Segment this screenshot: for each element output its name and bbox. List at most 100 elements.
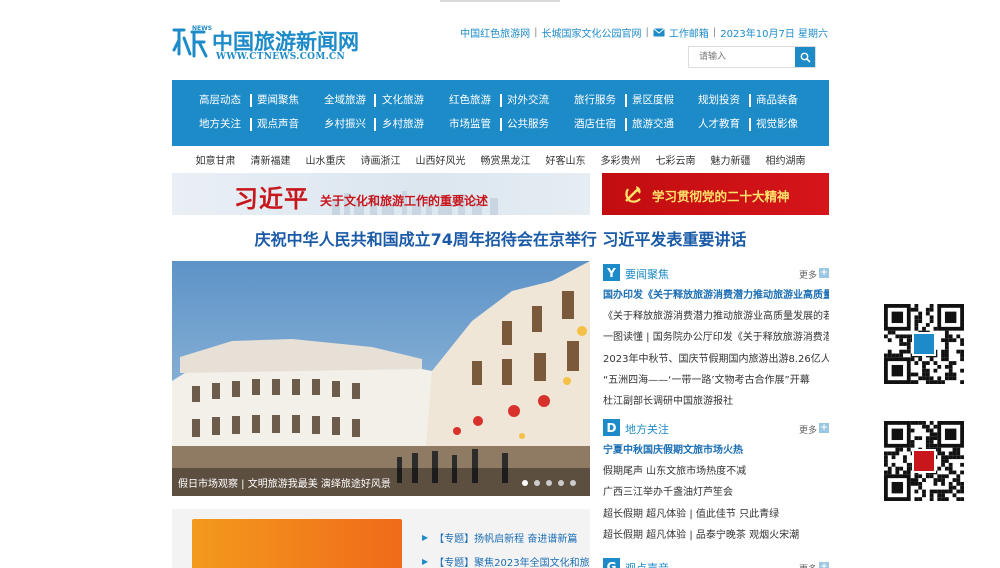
logo-url: WWW.CTNEWS.COM.CN xyxy=(216,52,346,62)
slide-dot[interactable] xyxy=(534,480,540,486)
region-nav-item[interactable]: 多彩贵州 xyxy=(601,152,641,167)
plus-icon[interactable]: + xyxy=(819,423,829,433)
nav-item[interactable]: 公共服务 xyxy=(507,116,549,131)
link-work-mail[interactable]: 工作邮箱 xyxy=(669,25,709,40)
region-nav-item[interactable]: 清新福建 xyxy=(251,152,291,167)
news-item[interactable]: 超长假期 超凡体验 | 值此佳节 只此青绿 xyxy=(603,504,829,525)
special-topic-item[interactable]: ▶ 【专题】聚焦2023年全国文化和旅游 xyxy=(422,549,590,568)
special-topic-label: 【专题】扬帆启新程 奋进谱新篇 xyxy=(434,533,578,545)
slide-dot[interactable] xyxy=(546,480,552,486)
link-red-tourism[interactable]: 中国红色旅游网 xyxy=(460,25,530,40)
region-nav-item[interactable]: 诗画浙江 xyxy=(361,152,401,167)
section-header: G 观点声音 更多+ xyxy=(603,558,829,568)
region-nav-item[interactable]: 山水重庆 xyxy=(306,152,346,167)
nav-item[interactable]: 高层动态 xyxy=(199,92,241,107)
nav-divider xyxy=(625,94,627,107)
nav-item[interactable]: 人才教育 xyxy=(698,116,740,131)
news-item[interactable]: 《关于释放旅游消费潜力推动旅游业高质量发展的若干措施》 xyxy=(603,306,829,327)
news-item[interactable]: 广西三江举办千盏油灯芦笙会 xyxy=(603,482,829,503)
nav-item[interactable]: 红色旅游 xyxy=(449,92,491,107)
party-emblem-icon xyxy=(625,186,641,203)
news-item[interactable]: 杜江副部长调研中国旅游报社 xyxy=(603,391,829,412)
region-nav-item[interactable]: 好客山东 xyxy=(546,152,586,167)
qr-code-icon xyxy=(884,304,964,384)
news-item[interactable]: 超长假期 超凡体验 | 品泰宁晚茶 观烟火宋潮 xyxy=(603,525,829,546)
logo-badge: NEWS xyxy=(192,25,213,32)
slide-dot[interactable] xyxy=(522,480,528,486)
nav-item[interactable]: 乡村振兴 xyxy=(324,116,366,131)
nav-item[interactable]: 商品装备 xyxy=(756,92,798,107)
nav-divider xyxy=(749,118,751,131)
nav-divider xyxy=(250,94,252,107)
nav-item[interactable]: 规划投资 xyxy=(698,92,740,107)
hero-caption[interactable]: 假日市场观察 | 文明旅游我最美 演绎旅途好风景 xyxy=(178,475,391,490)
triangle-icon: ▶ xyxy=(422,556,429,566)
news-item[interactable]: 国办印发《关于释放旅游消费潜力推动旅游业高质量发展的若干措施》 xyxy=(603,285,829,306)
section-icon: G xyxy=(603,558,620,568)
nav-item[interactable]: 旅游交通 xyxy=(632,116,674,131)
nav-item[interactable]: 要闻聚焦 xyxy=(257,92,299,107)
plus-icon[interactable]: + xyxy=(819,562,829,568)
news-item[interactable]: “五洲四海——‘一带一路’文物考古合作展”开幕 xyxy=(603,370,829,391)
separator: | xyxy=(712,27,717,38)
section-header: Y 要闻聚焦 更多 + xyxy=(603,264,829,282)
news-list: 宁夏中秋国庆假期文旅市场火热 假期尾声 山东文旅市场热度不减 广西三江举办千盏油灯芦… xyxy=(603,440,829,546)
region-nav-item[interactable]: 相约湖南 xyxy=(766,152,806,167)
banner-20th-congress[interactable]: 学习贯彻党的二十大精神 xyxy=(602,173,829,215)
plus-icon[interactable]: + xyxy=(819,268,829,278)
search-box xyxy=(688,46,816,68)
special-topic-item[interactable]: ▶ 【专题】扬帆启新程 奋进谱新篇 xyxy=(422,525,590,549)
news-item[interactable]: 一图读懂 | 国务院办公厅印发《关于释放旅游消费潜力》 xyxy=(603,327,829,348)
special-topic-list: ▶ 【专题】扬帆启新程 奋进谱新篇 ▶ 【专题】聚焦2023年全国文化和旅游 xyxy=(422,525,590,568)
slide-dot[interactable] xyxy=(558,480,564,486)
special-topic-label: 【专题】聚焦2023年全国文化和旅游 xyxy=(434,557,590,568)
search-input[interactable] xyxy=(689,47,797,67)
nav-divider xyxy=(500,118,502,131)
separator: | xyxy=(534,27,538,38)
more-link[interactable]: 更多 xyxy=(799,562,817,568)
section-title[interactable]: 要闻聚焦 xyxy=(625,266,669,282)
news-item[interactable]: 2023年中秋节、国庆节假期国内旅游出游8.26亿人次 xyxy=(603,349,829,370)
nav-item[interactable]: 酒店住宿 xyxy=(574,116,616,131)
nav-item[interactable]: 文化旅游 xyxy=(382,92,424,107)
nav-item[interactable]: 乡村旅游 xyxy=(382,116,424,131)
nav-item[interactable]: 景区度假 xyxy=(632,92,674,107)
hero-street-photo xyxy=(172,261,590,496)
banner-xi-culture-tourism[interactable]: 习近平 关于文化和旅游工作的重要论述 xyxy=(172,173,590,215)
search-icon xyxy=(800,52,811,63)
nav-divider xyxy=(250,118,252,131)
section-title[interactable]: 观点声音 xyxy=(625,560,669,568)
top-links: 中国红色旅游网 | 长城国家文化公园官网 | 工作邮箱 | 2023年10月7日… xyxy=(460,25,828,40)
section-header: D 地方关注 更多 + xyxy=(603,419,829,437)
nav-item[interactable]: 地方关注 xyxy=(199,116,241,131)
top-divider xyxy=(440,0,560,2)
more-link[interactable]: 更多 xyxy=(799,423,817,436)
nav-item[interactable]: 全域旅游 xyxy=(324,92,366,107)
site-logo[interactable]: NEWS 中国旅游新闻网 WWW.CTNEWS.COM.CN xyxy=(172,24,362,64)
hero-slideshow[interactable]: 假日市场观察 | 文明旅游我最美 演绎旅途好风景 xyxy=(172,261,590,496)
nav-item[interactable]: 对外交流 xyxy=(507,92,549,107)
news-item[interactable]: 宁夏中秋国庆假期文旅市场火热 xyxy=(603,440,829,461)
region-nav-item[interactable]: 如意甘肃 xyxy=(196,152,236,167)
nav-item[interactable]: 视觉影像 xyxy=(756,116,798,131)
link-great-wall[interactable]: 长城国家文化公园官网 xyxy=(542,25,642,40)
nav-divider xyxy=(374,94,376,107)
nav-divider xyxy=(374,118,376,131)
mail-icon xyxy=(653,28,665,37)
slide-dot[interactable] xyxy=(570,480,576,486)
section-title[interactable]: 地方关注 xyxy=(625,421,669,437)
nav-item[interactable]: 观点声音 xyxy=(257,116,299,131)
region-nav-item[interactable]: 七彩云南 xyxy=(656,152,696,167)
top-headline[interactable]: 庆祝中华人民共和国成立74周年招待会在京举行 习近平发表重要讲话 xyxy=(172,226,829,250)
search-button[interactable] xyxy=(795,47,815,67)
nav-item[interactable]: 市场监管 xyxy=(449,116,491,131)
region-nav-item[interactable]: 山西好风光 xyxy=(416,152,466,167)
region-nav-item[interactable]: 魅力新疆 xyxy=(711,152,751,167)
more-link[interactable]: 更多 xyxy=(799,268,817,281)
news-list: 国办印发《关于释放旅游消费潜力推动旅游业高质量发展的若干措施》《关于释放旅游消费… xyxy=(603,285,829,412)
triangle-icon: ▶ xyxy=(422,532,429,542)
nav-item[interactable]: 旅行服务 xyxy=(574,92,616,107)
region-nav-item[interactable]: 畅赏黑龙江 xyxy=(481,152,531,167)
special-topic-image[interactable] xyxy=(192,519,402,568)
news-item[interactable]: 假期尾声 山东文旅市场热度不减 xyxy=(603,461,829,482)
